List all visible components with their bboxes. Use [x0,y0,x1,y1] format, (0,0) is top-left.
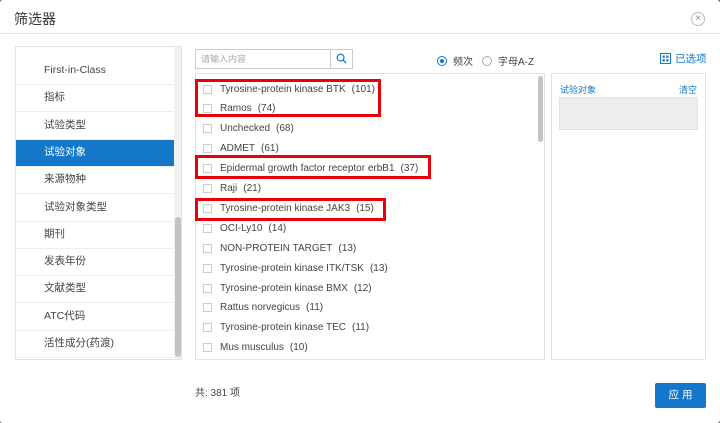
category-item[interactable]: 指标 [16,84,174,113]
option-item[interactable]: OCI-Ly10 (14) [203,219,286,237]
option-label: Tyrosine-protein kinase BMX [220,282,348,294]
search-button[interactable] [330,50,352,68]
selected-panel: 试验对象 清空 [551,73,706,360]
apply-button[interactable]: 应 用 [655,383,706,408]
option-count: (13) [369,262,388,274]
search-input[interactable] [196,50,329,68]
option-label: Tyrosine-protein kinase TEC [220,322,346,334]
sort-alpha-radio[interactable]: 字母A-Z [482,53,534,68]
option-count: (11) [351,322,370,334]
category-item[interactable]: ATC代码 [16,303,174,331]
category-list: 活性成分(药渡) ATC代码 文献类型 发表年份 期刊 试验对象类型 来源物种 试验对象 试验类… [15,46,182,360]
search-icon [336,53,347,64]
option-checkbox[interactable] [203,184,212,193]
option-scrollbar[interactable] [537,74,544,359]
selected-panel-heading: 试验对象 [560,85,597,95]
category-scrollbar-thumb[interactable] [175,217,181,357]
option-item[interactable]: Unchecked (68) [203,120,294,138]
option-count: (11) [306,302,324,314]
option-label: Raji [220,183,238,194]
header-divider [0,33,720,34]
grid-icon [660,53,671,64]
option-checkbox[interactable] [203,243,212,253]
selected-items-box [559,97,698,130]
close-icon[interactable]: × [691,12,705,26]
category-item[interactable]: 期刊 [16,221,174,249]
category-item[interactable]: 活性成分(药渡) [16,330,174,358]
annotation-box-egfr [195,155,431,179]
option-label: Rattus norvegicus [220,302,301,314]
option-label: Tyrosine-protein kinase ITK/TSK [220,262,364,274]
category-item[interactable]: First-in-Class [16,57,174,85]
clear-button[interactable]: 清空 [679,83,697,96]
sort-frequency-label: 频次 [453,57,473,68]
category-item[interactable]: 来源物种 [16,166,174,195]
category-item[interactable]: 发表年份 [16,248,174,277]
sort-frequency-radio[interactable]: 频次 [437,53,473,68]
option-checkbox[interactable] [203,263,212,273]
annotation-box-btk-ramos [195,79,381,117]
option-checkbox[interactable] [203,144,212,154]
option-label: ADMET [220,143,255,155]
option-label: Mus musculus [220,342,284,354]
option-checkbox[interactable] [203,303,212,313]
option-item[interactable]: Tyrosine-protein kinase TEC (11) [203,319,369,337]
option-label: NON-PROTEIN TARGET [220,242,333,254]
option-item[interactable]: Rattus norvegicus (11) [203,299,323,317]
option-count: (10) [289,342,308,354]
option-count: (13) [338,242,357,254]
option-item[interactable]: NON-PROTEIN TARGET (13) [203,239,356,257]
option-scrollbar-thumb[interactable] [538,76,543,142]
category-item[interactable]: 文献类型 [16,275,174,304]
search-box [195,49,353,69]
option-label: Unchecked [220,123,271,135]
option-checkbox[interactable] [203,323,212,333]
option-count: (61) [261,143,279,155]
total-count: 共: 381 项 [195,388,241,399]
option-count: (14) [268,222,287,234]
filter-dialog: 筛选器 × 活性成分(药渡) ATC代码 文献类型 发表年份 期刊 试验对象类型 来源物种试… [0,0,720,423]
sort-alpha-label: 字母A-Z [498,57,535,68]
selected-items-label: 已选项 [675,53,707,65]
option-checkbox[interactable] [203,223,212,233]
radio-frequency-dot[interactable] [437,55,447,66]
category-item[interactable]: 试验对象 [16,138,174,167]
radio-alpha-dot[interactable] [482,55,492,66]
category-item[interactable]: 试验类型 [16,112,174,140]
option-checkbox[interactable] [203,124,212,134]
option-checkbox[interactable] [203,343,212,353]
option-item[interactable]: Mus musculus (10) [203,339,308,357]
annotation-box-jak3 [195,198,386,221]
dialog-title: 筛选器 [14,11,56,27]
selected-items-link[interactable]: 已选项 [660,51,707,66]
category-scrollbar[interactable] [174,47,181,359]
option-label: OCI-Ly10 [220,222,263,234]
option-count: (21) [243,183,262,194]
option-item[interactable]: Tyrosine-protein kinase BMX (12) [203,279,372,297]
option-checkbox[interactable] [203,283,212,293]
option-count: (68) [276,123,294,135]
option-count: (12) [353,282,372,294]
category-item[interactable]: 试验对象类型 [16,194,174,222]
option-item[interactable]: Tyrosine-protein kinase ITK/TSK (13) [203,259,388,277]
option-item[interactable]: Raji (21) [203,180,261,198]
